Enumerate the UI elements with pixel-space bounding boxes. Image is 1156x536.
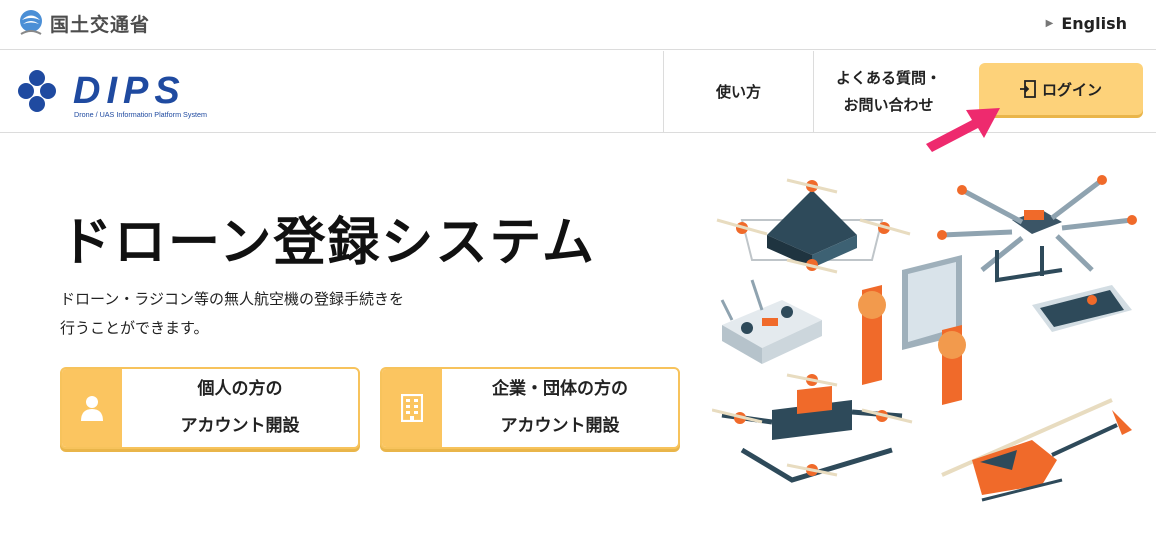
corporate-label-line2: アカウント開設 (500, 416, 620, 436)
personal-icon-box (62, 369, 122, 447)
tablet-map-icon (1032, 285, 1132, 332)
personal-account-button[interactable]: 個人の方の アカウント開設 (60, 367, 360, 449)
personal-account-label: 個人の方の アカウント開設 (122, 369, 358, 447)
dips-logo-text: DIPS (73, 70, 186, 112)
description-line-2: 行うことができます。 (60, 319, 209, 337)
login-door-icon (1019, 80, 1036, 98)
page-description: ドローン・ラジコン等の無人航空機の登録手続きを 行うことができます。 (60, 285, 480, 343)
remote-controller-icon (720, 279, 822, 364)
dips-logo-subtitle: Drone / UAS Information Platform System (74, 110, 207, 119)
cargo-drone-icon (712, 373, 913, 483)
nav-how-to-use[interactable]: 使い方 (663, 51, 813, 132)
corporate-icon-box (382, 369, 442, 447)
login-label: ログイン (1041, 80, 1102, 99)
description-line-1: ドローン・ラジコン等の無人航空機の登録手続きを (60, 290, 404, 308)
corporate-label-line1: 企業・団体の方の (492, 379, 628, 399)
personal-label-line2: アカウント開設 (180, 416, 300, 436)
helicopter-drone-icon (941, 398, 1132, 502)
building-icon (401, 394, 423, 422)
english-link[interactable]: ▶ English (1046, 14, 1127, 33)
dips-logo[interactable]: DIPS Drone / UAS Information Platform Sy… (16, 65, 221, 121)
page-title: ドローン登録システム (60, 213, 596, 273)
triangle-right-icon: ▶ (1045, 18, 1054, 29)
personal-label-line1: 個人の方の (197, 379, 283, 399)
corporate-account-label: 企業・団体の方の アカウント開設 (442, 369, 678, 447)
person-icon (81, 396, 103, 421)
corporate-account-button[interactable]: 企業・団体の方の アカウント開設 (380, 367, 680, 449)
pointer-arrow-icon (926, 108, 1000, 152)
hexacopter-drone-icon (937, 175, 1137, 283)
nav-how-to-use-label: 使い方 (715, 83, 761, 101)
nav-faq-label-line1: よくある質問・ (835, 68, 941, 87)
english-label: English (1061, 14, 1127, 33)
ministry-link[interactable]: 国土交通省 (17, 8, 150, 38)
top-bar: 国土交通省 ▶ English (0, 0, 1156, 50)
drone-illustration (712, 175, 1137, 502)
dips-mark-icon (18, 70, 56, 112)
controller-tablet-icon (858, 255, 966, 405)
mlit-logo-icon (20, 10, 42, 35)
ministry-name: 国土交通省 (50, 13, 151, 36)
quadcopter-drone-icon (716, 178, 911, 274)
